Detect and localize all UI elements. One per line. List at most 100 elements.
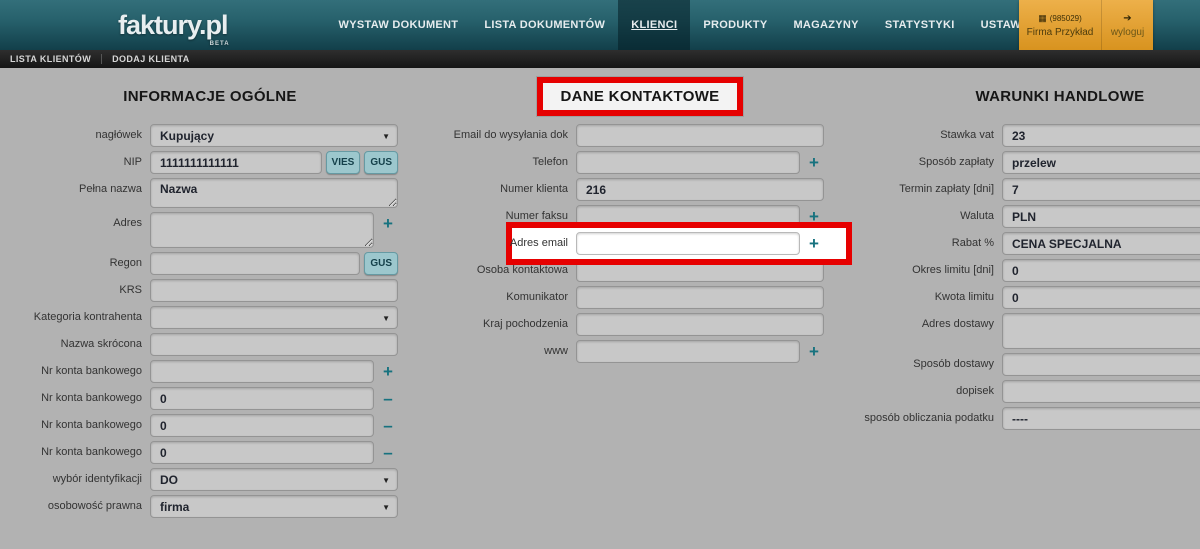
waluta-input[interactable] xyxy=(1002,205,1200,228)
section-title: WARUNKI HANDLOWE xyxy=(976,88,1145,105)
telefon-row: Telefon+ xyxy=(440,151,840,174)
pelna-nazwa-textarea[interactable] xyxy=(150,178,398,208)
column-informacje-ogolne: INFORMACJE OGÓLNEnagłówekKupujący▼NIPVIE… xyxy=(0,68,420,522)
kraj-pochodzenia-input[interactable] xyxy=(576,313,824,336)
kategoria-kontrahenta-row: Kategoria kontrahenta▼ xyxy=(0,306,420,329)
naglowek-row: nagłówekKupujący▼ xyxy=(0,124,420,147)
email-do-wysylania-dok-input[interactable] xyxy=(576,124,824,147)
company-name: Firma Przykład xyxy=(1027,27,1094,38)
adres-textarea[interactable] xyxy=(150,212,374,248)
numer-faksu-label: Numer faksu xyxy=(440,205,576,222)
numer-klienta-input[interactable] xyxy=(576,178,824,201)
nr-konta-4-control: – xyxy=(150,441,398,464)
nr-konta-4-input[interactable] xyxy=(150,441,374,464)
regon-input[interactable] xyxy=(150,252,360,275)
okres-limitu-label: Okres limitu [dni] xyxy=(860,259,1002,276)
osobowosc-prawna-select[interactable]: firma▼ xyxy=(150,495,398,518)
okres-limitu-input[interactable] xyxy=(1002,259,1200,282)
wybor-identyfikacji-select[interactable]: DO▼ xyxy=(150,468,398,491)
osobowosc-prawna-label: osobowość prawna xyxy=(0,495,150,512)
nr-konta-1-input[interactable] xyxy=(150,360,374,383)
nr-konta-3-input[interactable] xyxy=(150,414,374,437)
logout-label: wyloguj xyxy=(1111,27,1144,38)
subnav-item-dodaj-klienta[interactable]: DODAJ KLIENTA xyxy=(102,54,200,64)
numer-klienta-control xyxy=(576,178,824,201)
sub-navbar: LISTA KLIENTÓWDODAJ KLIENTA xyxy=(0,50,1200,68)
sposob-zaplaty-input[interactable] xyxy=(1002,151,1200,174)
kraj-pochodzenia-label: Kraj pochodzenia xyxy=(440,313,576,330)
nr-konta-3-label: Nr konta bankowego xyxy=(0,414,150,431)
stawka-vat-control xyxy=(1002,124,1200,147)
nr-konta-4-row: Nr konta bankowego– xyxy=(0,441,420,464)
chevron-down-icon: ▼ xyxy=(382,503,390,512)
sposob-dostawy-input[interactable] xyxy=(1002,353,1200,376)
stawka-vat-row: Stawka vat xyxy=(860,124,1200,147)
krs-input[interactable] xyxy=(150,279,398,302)
wybor-identyfikacji-row: wybór identyfikacjiDO▼ xyxy=(0,468,420,491)
adres-email-row: Adres email+ xyxy=(440,232,840,255)
gus-button[interactable]: GUS xyxy=(364,151,398,174)
rabat-input[interactable] xyxy=(1002,232,1200,255)
telefon-add-button[interactable]: + xyxy=(804,151,824,174)
komunikator-label: Komunikator xyxy=(440,286,576,303)
nazwa-skrocona-control xyxy=(150,333,398,356)
gus-button[interactable]: GUS xyxy=(364,252,398,275)
telefon-input[interactable] xyxy=(576,151,800,174)
nav-item-lista-dokumentów[interactable]: LISTA DOKUMENTÓW xyxy=(471,0,618,50)
logo[interactable]: faktury.plBETA xyxy=(118,0,228,50)
subnav-item-lista-klientów[interactable]: LISTA KLIENTÓW xyxy=(0,54,101,64)
nr-konta-3-row: Nr konta bankowego – xyxy=(0,414,420,437)
nazwa-skrocona-input[interactable] xyxy=(150,333,398,356)
nr-konta-2-remove-button[interactable]: – xyxy=(378,387,398,410)
termin-zaplaty-input[interactable] xyxy=(1002,178,1200,201)
sposob-obliczania-podatku-input[interactable] xyxy=(1002,407,1200,430)
nav-item-klienci[interactable]: KLIENCI xyxy=(618,0,690,50)
komunikator-input[interactable] xyxy=(576,286,824,309)
dopisek-label: dopisek xyxy=(860,380,1002,397)
general-title: INFORMACJE OGÓLNE xyxy=(123,88,296,105)
dopisek-input[interactable] xyxy=(1002,380,1200,403)
adres-dostawy-textarea[interactable] xyxy=(1002,313,1200,349)
account-id: (985029) xyxy=(1050,14,1082,23)
wybor-identyfikacji-control: DO▼ xyxy=(150,468,398,491)
nr-konta-2-label: Nr konta bankowego xyxy=(0,387,150,404)
nav-item-produkty[interactable]: PRODUKTY xyxy=(690,0,780,50)
nr-konta-2-input[interactable] xyxy=(150,387,374,410)
dopisek-row: dopisek xyxy=(860,380,1200,403)
nazwa-skrocona-label: Nazwa skrócona xyxy=(0,333,150,350)
nr-konta-3-remove-button[interactable]: – xyxy=(378,414,398,437)
pelna-nazwa-label: Pełna nazwa xyxy=(0,178,150,195)
nip-input[interactable] xyxy=(150,151,322,174)
adres-add-button[interactable]: + xyxy=(378,212,398,235)
company-icon: ▦ xyxy=(1038,13,1047,24)
user-company-button[interactable]: ▦ (985029) Firma Przykład xyxy=(1019,0,1101,50)
nav-item-magazyny[interactable]: MAGAZYNY xyxy=(780,0,871,50)
sposob-obliczania-podatku-label: sposób obliczania podatku xyxy=(860,407,1002,424)
section-title: INFORMACJE OGÓLNE xyxy=(123,88,296,105)
nr-konta-1-add-button[interactable]: + xyxy=(378,360,398,383)
numer-klienta-row: Numer klienta xyxy=(440,178,840,201)
vies-button[interactable]: VIES xyxy=(326,151,361,174)
adres-email-add-button[interactable]: + xyxy=(804,232,824,255)
www-add-button[interactable]: + xyxy=(804,340,824,363)
nav-item-statystyki[interactable]: STATYSTYKI xyxy=(872,0,968,50)
kategoria-kontrahenta-select[interactable]: ▼ xyxy=(150,306,398,329)
regon-label: Regon xyxy=(0,252,150,269)
www-label: www xyxy=(440,340,576,357)
trade-header: WARUNKI HANDLOWE xyxy=(860,68,1200,124)
kwota-limitu-input[interactable] xyxy=(1002,286,1200,309)
rabat-control xyxy=(1002,232,1200,255)
nr-konta-4-remove-button[interactable]: – xyxy=(378,441,398,464)
logout-button[interactable]: ➔ wyloguj xyxy=(1101,0,1153,50)
nav-item-wystaw-dokument[interactable]: WYSTAW DOKUMENT xyxy=(326,0,472,50)
www-control: + xyxy=(576,340,824,363)
kategoria-kontrahenta-label: Kategoria kontrahenta xyxy=(0,306,150,323)
stawka-vat-input[interactable] xyxy=(1002,124,1200,147)
adres-email-input[interactable] xyxy=(576,232,800,255)
rabat-label: Rabat % xyxy=(860,232,1002,249)
nr-konta-2-control: – xyxy=(150,387,398,410)
kategoria-kontrahenta-control: ▼ xyxy=(150,306,398,329)
naglowek-select[interactable]: Kupujący▼ xyxy=(150,124,398,147)
www-input[interactable] xyxy=(576,340,800,363)
okres-limitu-row: Okres limitu [dni] xyxy=(860,259,1200,282)
